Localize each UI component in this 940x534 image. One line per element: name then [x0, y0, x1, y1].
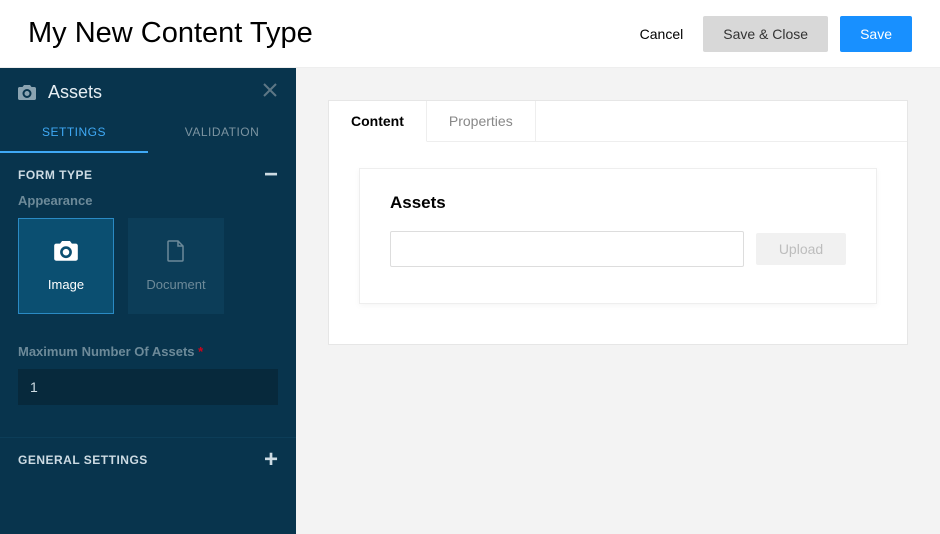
max-assets-input[interactable]	[18, 369, 278, 405]
max-assets-label: Maximum Number Of Assets *	[18, 344, 278, 359]
section-general-header[interactable]: GENERAL SETTINGS +	[0, 438, 296, 478]
header-actions: Cancel Save & Close Save	[632, 16, 912, 52]
tab-properties[interactable]: Properties	[427, 101, 536, 142]
document-icon	[167, 240, 185, 265]
panel-header: Assets	[0, 68, 296, 113]
tab-validation[interactable]: VALIDATION	[148, 113, 296, 153]
expand-icon[interactable]: +	[264, 452, 278, 468]
section-form-type-header[interactable]: FORM TYPE −	[0, 153, 296, 193]
upload-button[interactable]: Upload	[756, 233, 846, 265]
appearance-image[interactable]: Image	[18, 218, 114, 314]
appearance-option-label: Document	[146, 277, 205, 292]
main-card: Content Properties Assets Upload	[328, 100, 908, 345]
section-form-type-body: Appearance Image Document Maximum Num	[0, 193, 296, 423]
sidebar: Assets SETTINGS VALIDATION FORM TYPE − A…	[0, 68, 296, 534]
panel-title: Assets	[48, 82, 250, 103]
file-row: Upload	[390, 231, 846, 267]
camera-icon	[18, 85, 36, 101]
main-tabs: Content Properties	[329, 101, 907, 142]
form-area: Assets Upload	[329, 142, 907, 344]
page-title: My New Content Type	[28, 17, 313, 50]
appearance-option-label: Image	[48, 277, 84, 292]
save-button[interactable]: Save	[840, 16, 912, 52]
appearance-options: Image Document	[18, 218, 278, 314]
collapse-icon[interactable]: −	[264, 167, 278, 183]
form-title: Assets	[390, 193, 846, 213]
appearance-label: Appearance	[18, 193, 278, 208]
appearance-document[interactable]: Document	[128, 218, 224, 314]
file-input[interactable]	[390, 231, 744, 267]
sidebar-tabs: SETTINGS VALIDATION	[0, 113, 296, 153]
tabs-filler	[536, 101, 907, 142]
page-header: My New Content Type Cancel Save & Close …	[0, 0, 940, 68]
assets-form-card: Assets Upload	[359, 168, 877, 304]
workspace: Assets SETTINGS VALIDATION FORM TYPE − A…	[0, 68, 940, 534]
camera-icon	[54, 241, 78, 265]
main-area: Content Properties Assets Upload	[296, 68, 940, 534]
save-close-button[interactable]: Save & Close	[703, 16, 828, 52]
tab-settings[interactable]: SETTINGS	[0, 113, 148, 153]
cancel-button[interactable]: Cancel	[632, 26, 692, 42]
close-icon[interactable]	[262, 82, 278, 103]
section-title: FORM TYPE	[18, 168, 93, 182]
section-title: GENERAL SETTINGS	[18, 453, 148, 467]
tab-content[interactable]: Content	[329, 101, 427, 142]
